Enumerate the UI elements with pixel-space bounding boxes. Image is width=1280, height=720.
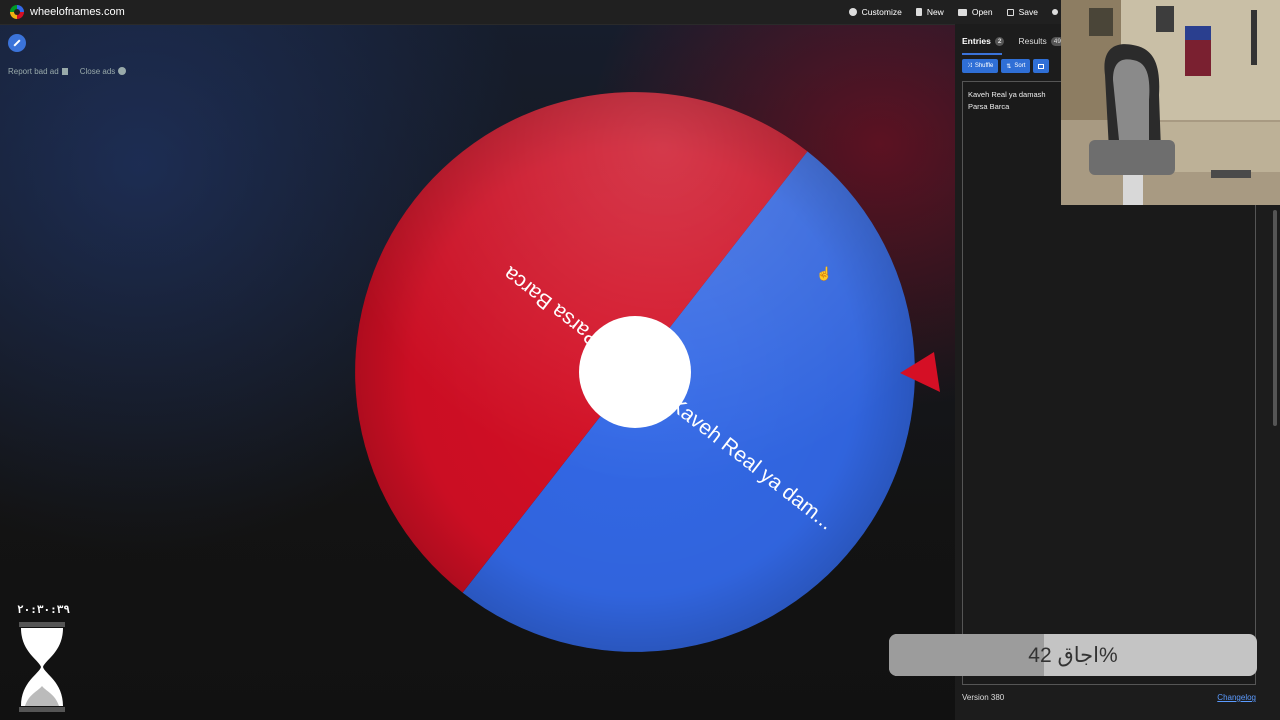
share-button[interactable] <box>1052 9 1058 15</box>
save-button[interactable]: Save <box>1006 7 1038 17</box>
sort-button[interactable]: ⇅ Sort <box>1001 59 1031 73</box>
panel-tabs: Entries 2 Results 49 <box>962 36 1065 46</box>
wheel-center[interactable] <box>579 316 691 428</box>
shuffle-icon: ⤨ <box>967 62 972 69</box>
webcam-overlay <box>1061 0 1280 205</box>
entries-count-badge: 2 <box>994 36 1005 46</box>
tab-entries-label: Entries <box>962 36 991 46</box>
open-button[interactable]: Open <box>957 7 993 17</box>
entries-toolbar: ⤨ Shuffle ⇅ Sort <box>962 59 1050 73</box>
sort-icon: ⇅ <box>1006 63 1012 70</box>
open-label: Open <box>971 7 993 17</box>
share-icon <box>1052 9 1058 15</box>
changelog-link[interactable]: Changelog <box>1217 693 1256 702</box>
scrollbar[interactable] <box>1273 210 1277 426</box>
image-icon <box>1038 63 1045 69</box>
active-tab-indicator <box>962 53 1002 55</box>
tab-entries[interactable]: Entries 2 <box>962 36 1005 46</box>
save-icon <box>1006 8 1014 16</box>
loading-text: اجاق 42% <box>1028 643 1118 667</box>
version-label: Version 380 <box>962 693 1005 702</box>
clock-timer: ۲۰:۳۰:۳۹ <box>17 603 70 616</box>
add-image-button[interactable] <box>1033 59 1050 73</box>
hourglass-icon <box>19 622 65 712</box>
sort-label: Sort <box>1014 63 1026 69</box>
save-label: Save <box>1018 7 1038 17</box>
shuffle-button[interactable]: ⤨ Shuffle <box>962 59 999 73</box>
tab-results-label: Results <box>1018 36 1047 46</box>
loading-toast: اجاق 42% <box>889 634 1257 676</box>
tab-results[interactable]: Results 49 <box>1018 36 1065 46</box>
wheel-canvas[interactable]: Kaveh Real ya dam...Parsa Barca <box>0 0 955 720</box>
hand-cursor-icon: ☝ <box>816 266 833 281</box>
shuffle-label: Shuffle <box>974 63 994 69</box>
folder-icon <box>957 8 967 16</box>
